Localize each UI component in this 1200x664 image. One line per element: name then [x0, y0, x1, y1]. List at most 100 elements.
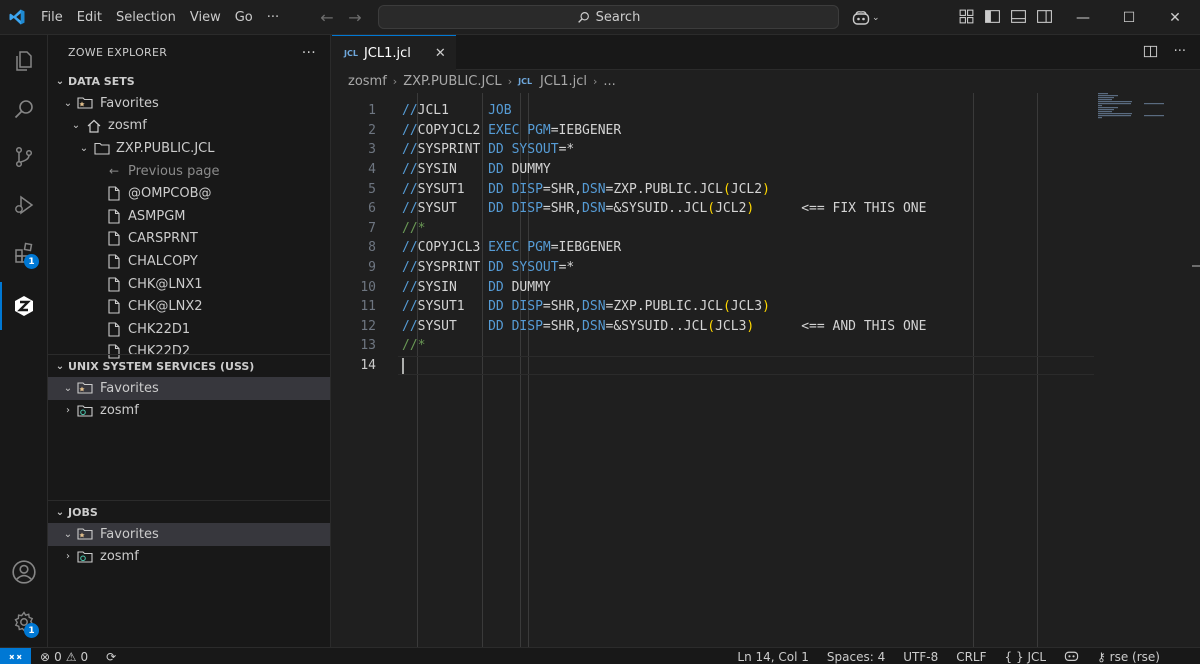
- search-view-button[interactable]: [0, 85, 48, 133]
- dataset-zxp-public-jcl[interactable]: ⌄ ZXP.PUBLIC.JCL: [48, 137, 330, 160]
- chevron-down-icon: ⌄: [55, 75, 65, 87]
- member-item[interactable]: CHK@LNX1: [48, 273, 330, 296]
- menu-selection[interactable]: Selection: [109, 0, 183, 35]
- menu-edit[interactable]: Edit: [70, 0, 109, 35]
- code-line[interactable]: 8 //COPYJCL3 EXEC PGM=IEBGENER: [332, 238, 1092, 258]
- line-ending[interactable]: CRLF: [956, 650, 986, 664]
- code-token: (: [722, 299, 731, 315]
- forward-arrow-icon[interactable]: →: [346, 8, 364, 27]
- zowe-explorer-button[interactable]: [0, 282, 48, 330]
- code-line[interactable]: 4 //SYSIN DD DUMMY: [332, 160, 1092, 180]
- jobs-favorites[interactable]: ⌄ Favorites: [48, 523, 330, 546]
- copilot-status-icon[interactable]: [1064, 649, 1079, 664]
- explorer-button[interactable]: [0, 37, 48, 85]
- breadcrumb-item[interactable]: JCL1.jcl: [540, 74, 587, 89]
- code-line[interactable]: 6 //SYSUT DD DISP=SHR,DSN=&SYSUID..JCL(JC…: [332, 199, 1092, 219]
- warning-count[interactable]: 0: [80, 650, 88, 664]
- code-text: //SYSUT DD DISP=SHR,DSN=&SYSUID..JCL(JCL…: [402, 201, 926, 216]
- toggle-panel-icon[interactable]: [1010, 8, 1027, 25]
- code-line[interactable]: 7 //*: [332, 219, 1092, 239]
- previous-page-item[interactable]: ← Previous page: [48, 160, 330, 183]
- jobs-profile-zosmf[interactable]: › zosmf: [48, 546, 330, 569]
- breadcrumb-item[interactable]: ...: [603, 74, 615, 89]
- code-line[interactable]: 1 //JCL1 JOB: [332, 101, 1092, 121]
- datasets-favorites[interactable]: ⌄ Favorites: [48, 92, 330, 115]
- member-item[interactable]: CHK@LNX2: [48, 295, 330, 318]
- breadcrumb-item[interactable]: ZXP.PUBLIC.JCL: [403, 74, 501, 89]
- back-arrow-icon[interactable]: ←: [318, 8, 336, 27]
- file-icon: [104, 231, 124, 246]
- code-line[interactable]: 5 //SYSUT1 DD DISP=SHR,DSN=ZXP.PUBLIC.JCL…: [332, 179, 1092, 199]
- code-token: DD: [488, 318, 512, 334]
- remote-indicator[interactable]: [0, 648, 31, 664]
- uss-section-header[interactable]: ⌄ UNIX SYSTEM SERVICES (USS): [48, 355, 330, 377]
- error-count[interactable]: 0: [54, 650, 62, 664]
- source-control-button[interactable]: [0, 133, 48, 181]
- code-token: JOB: [488, 103, 512, 119]
- encoding[interactable]: UTF-8: [903, 650, 938, 664]
- accounts-button[interactable]: [0, 548, 48, 596]
- code-line[interactable]: 14: [332, 355, 1094, 376]
- menu-view[interactable]: View: [183, 0, 228, 35]
- sidebar-more-icon[interactable]: ···: [302, 45, 316, 61]
- code-token: =IEBGENER: [550, 240, 622, 256]
- uss-section-title: UNIX SYSTEM SERVICES (USS): [68, 359, 255, 373]
- code-line[interactable]: 12 //SYSUT DD DISP=SHR,DSN=&SYSUID..JCL(J…: [332, 317, 1092, 337]
- code-line[interactable]: 9 //SYSPRINT DD SYSOUT=*: [332, 258, 1092, 278]
- uss-favorites[interactable]: ⌄ Favorites: [48, 377, 330, 400]
- cursor-position[interactable]: Ln 14, Col 1: [737, 650, 809, 664]
- chevron-right-icon: ›: [66, 551, 70, 563]
- member-item[interactable]: ASMPGM: [48, 205, 330, 228]
- member-label: CHALCOPY: [128, 253, 198, 269]
- member-item[interactable]: CHK22D1: [48, 318, 330, 341]
- breadcrumb-item[interactable]: zosmf: [348, 74, 387, 89]
- zowe-profile-status[interactable]: ⚷ rse (rse): [1097, 650, 1160, 664]
- command-center-search[interactable]: Search: [378, 5, 839, 29]
- profile-folder-icon: [76, 550, 96, 564]
- menu-go[interactable]: Go: [228, 0, 260, 35]
- code-token: =*: [558, 142, 575, 158]
- menu-more-icon[interactable]: ···: [260, 0, 286, 35]
- jobs-section-header[interactable]: ⌄ JOBS: [48, 501, 330, 523]
- close-window-button[interactable]: ✕: [1152, 0, 1198, 35]
- code-token: //: [402, 318, 418, 334]
- toggle-secondary-sidebar-icon[interactable]: [1036, 8, 1053, 25]
- code-line[interactable]: 2 //COPYJCL2 EXEC PGM=IEBGENER: [332, 121, 1092, 141]
- code-line[interactable]: 3 //SYSPRINT DD SYSOUT=*: [332, 140, 1092, 160]
- tab-jcl1[interactable]: JCL JCL1.jcl ✕: [332, 35, 456, 71]
- profile-label: zosmf: [100, 403, 139, 419]
- code-editor[interactable]: 1//JCL1 JOB 2//COPYJCL2 EXEC PGM=IEBGENER…: [332, 93, 1200, 647]
- code-line[interactable]: 13 //*: [332, 336, 1092, 356]
- member-item[interactable]: CHALCOPY: [48, 250, 330, 273]
- manage-button[interactable]: 1: [0, 598, 48, 646]
- extensions-button[interactable]: 1: [0, 229, 48, 277]
- line-number: 5: [368, 181, 376, 197]
- run-debug-button[interactable]: [0, 181, 48, 229]
- member-item[interactable]: @OMPCOB@: [48, 182, 330, 205]
- ports-icon[interactable]: ⟳: [106, 650, 116, 664]
- braces-icon: { }: [1004, 649, 1024, 664]
- code-token: (: [722, 181, 731, 197]
- customize-layout-icon[interactable]: [958, 8, 975, 25]
- language-mode[interactable]: { } JCL: [1005, 650, 1047, 664]
- code-line[interactable]: 10 //SYSIN DD DUMMY: [332, 277, 1092, 297]
- datasets-section-header[interactable]: ⌄ DATA SETS: [48, 70, 330, 92]
- datasets-profile-zosmf[interactable]: ⌄ zosmf: [48, 115, 330, 138]
- member-item[interactable]: CARSPRNT: [48, 228, 330, 251]
- maximize-button[interactable]: ☐: [1106, 0, 1152, 35]
- toggle-primary-sidebar-icon[interactable]: [984, 8, 1001, 25]
- uss-profile-zosmf[interactable]: › zosmf: [48, 400, 330, 423]
- minimap[interactable]: [1096, 93, 1176, 153]
- favorites-folder-icon: [76, 381, 96, 395]
- chevron-down-icon: ⌄: [55, 360, 65, 372]
- menu-file[interactable]: File: [34, 0, 70, 35]
- copilot-button[interactable]: ⌄: [852, 8, 880, 28]
- indentation[interactable]: Spaces: 4: [827, 650, 885, 664]
- code-token: ): [762, 299, 770, 315]
- close-icon[interactable]: ✕: [435, 46, 446, 61]
- code-token: =&SYSUID..JCL: [605, 201, 708, 217]
- minimize-button[interactable]: —: [1060, 0, 1106, 35]
- split-editor-icon[interactable]: [1143, 44, 1158, 63]
- code-line[interactable]: 11 //SYSUT1 DD DISP=SHR,DSN=ZXP.PUBLIC.JC…: [332, 297, 1092, 317]
- more-actions-icon[interactable]: ···: [1174, 44, 1186, 63]
